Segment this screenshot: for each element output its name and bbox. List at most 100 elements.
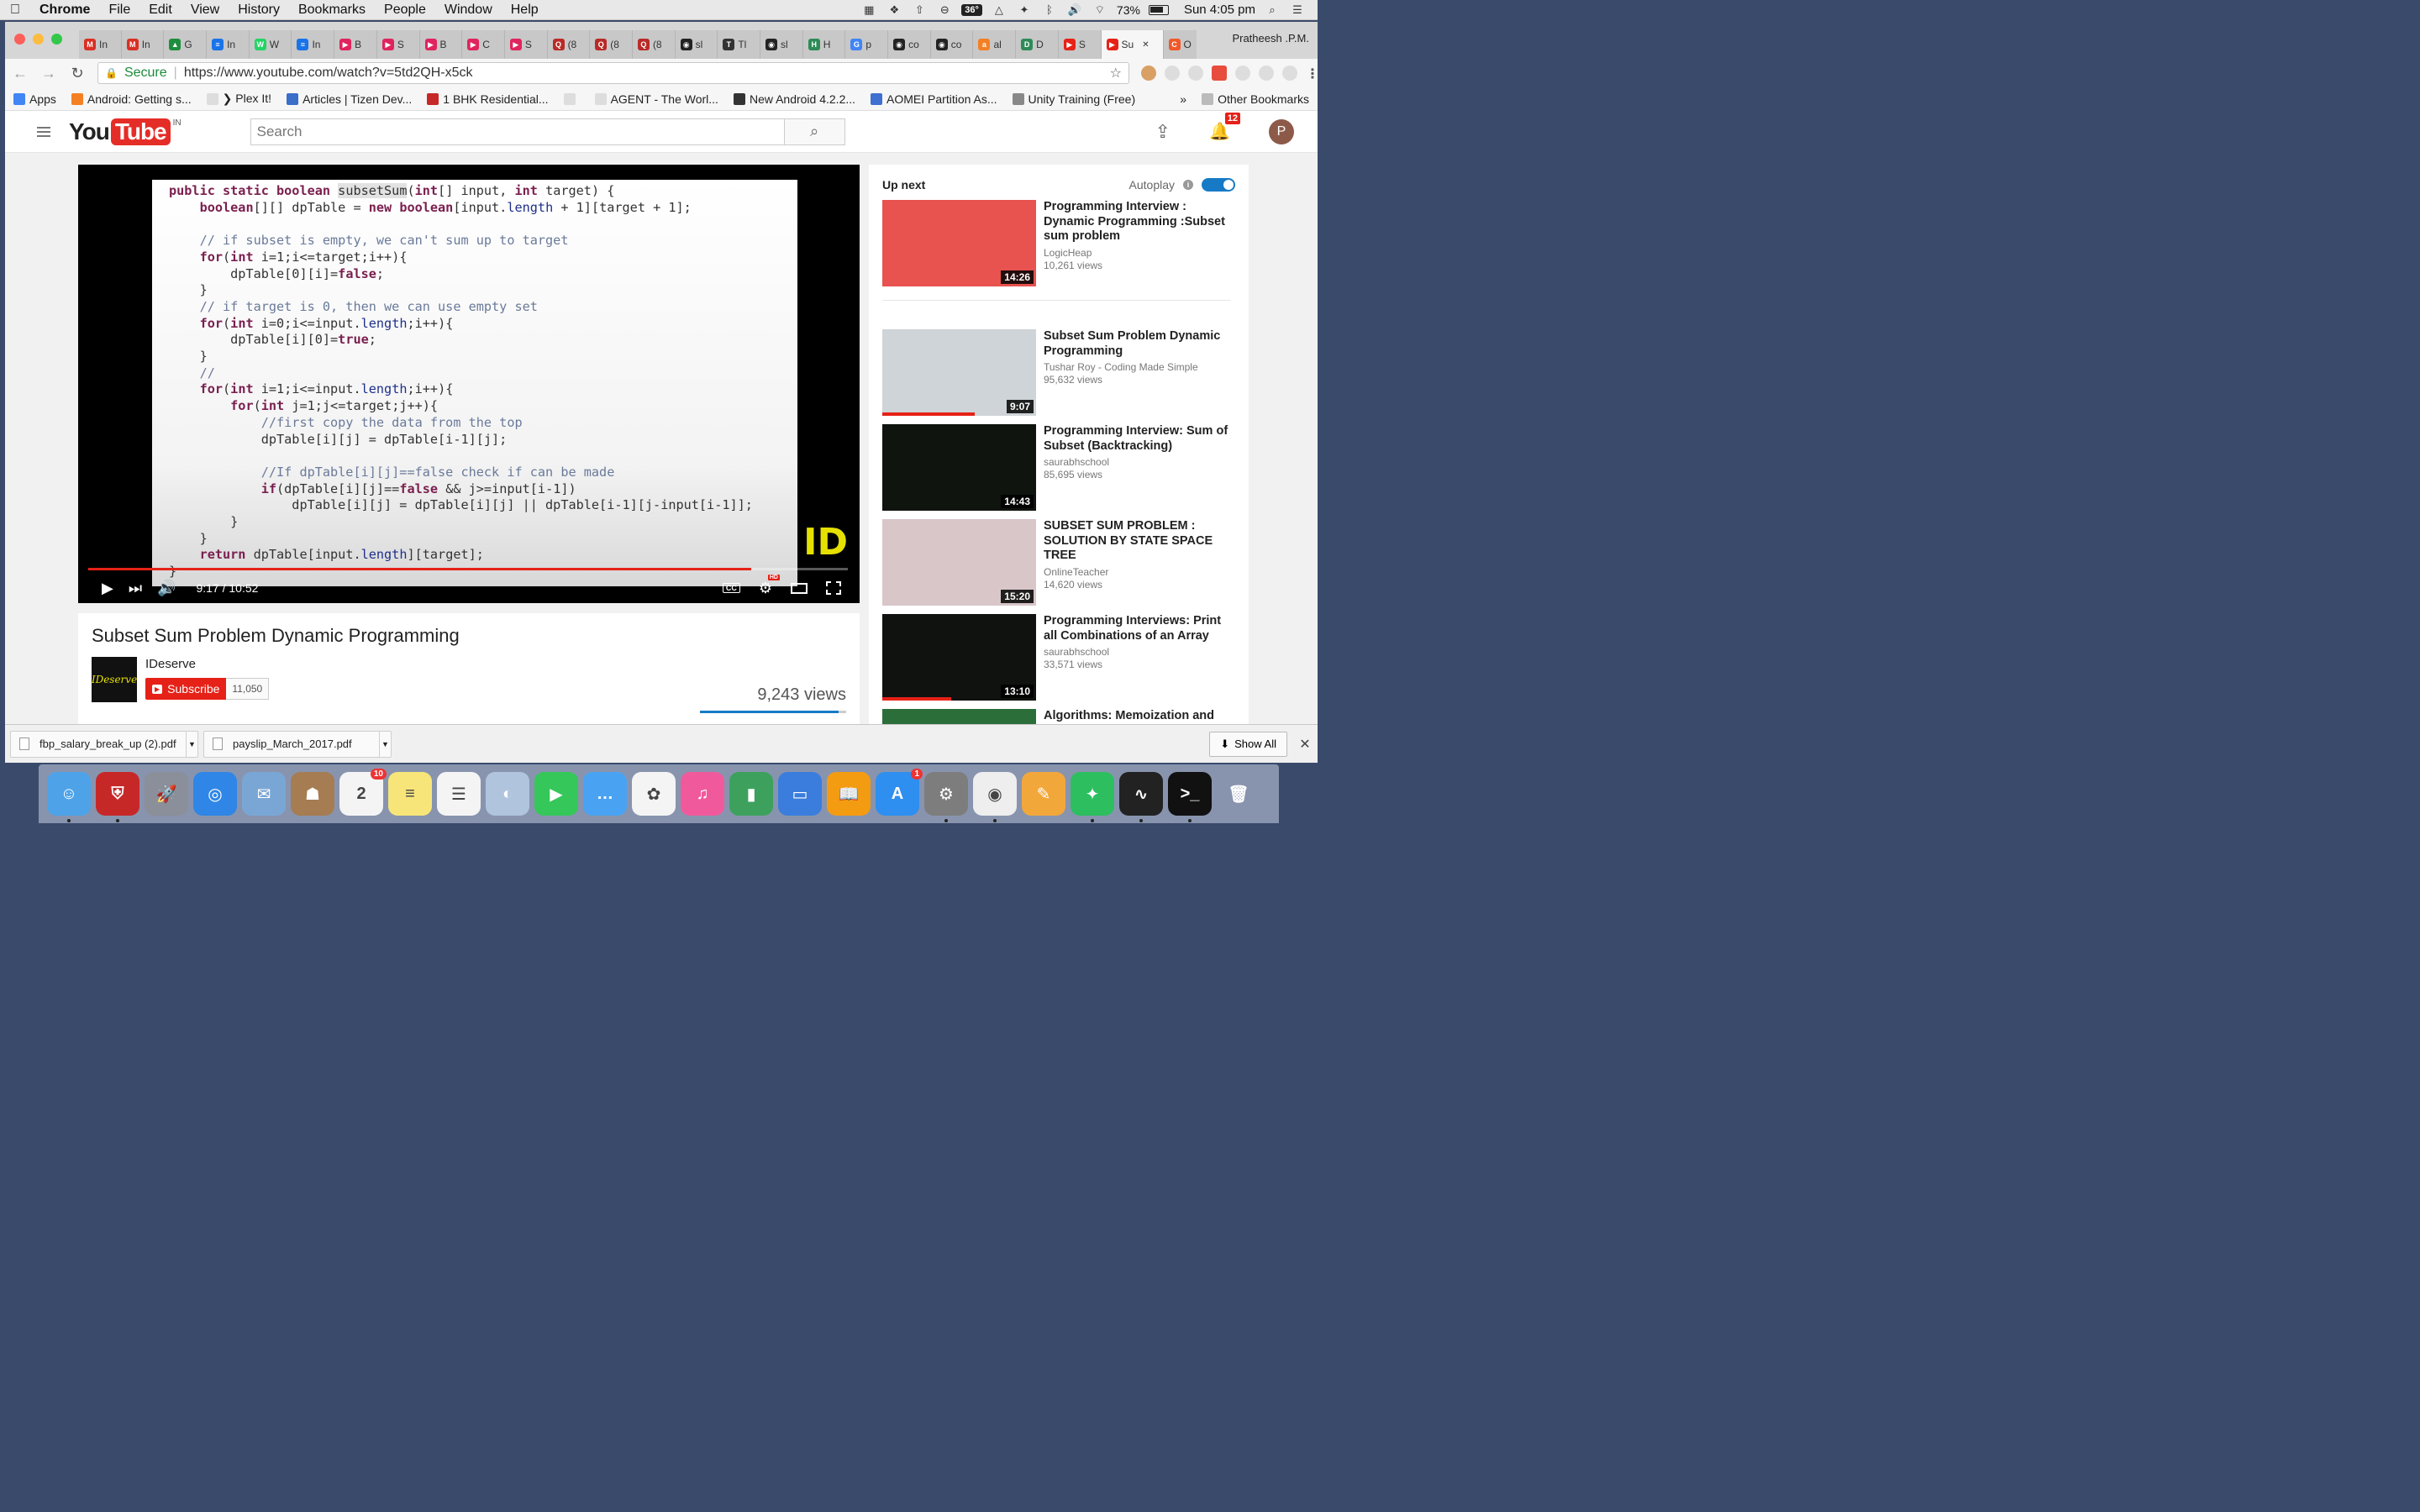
launchpad-icon[interactable]: 🚀 <box>145 772 188 816</box>
channel-avatar[interactable]: IDeserve <box>92 657 137 702</box>
misc-extension-icon[interactable] <box>1282 66 1297 81</box>
wifi-icon[interactable]: ⌔ <box>1092 3 1108 17</box>
volume-icon[interactable]: 🔊 <box>157 580 176 597</box>
bookmark-item[interactable]: Apps <box>13 92 56 106</box>
calendar-icon[interactable]: 2 10 <box>339 769 387 816</box>
notification-center-icon[interactable]: ☰ <box>1289 3 1306 17</box>
tab[interactable]: M In <box>121 30 165 59</box>
temperature-badge[interactable]: 36° <box>961 3 982 16</box>
channel-name[interactable]: IDeserve <box>145 657 269 671</box>
grid-icon[interactable]: ▦ <box>860 3 877 17</box>
video-title-link[interactable]: Programming Interview: Sum of Subset (Ba… <box>1044 424 1235 454</box>
tab[interactable]: WW <box>249 30 292 59</box>
tab[interactable]: ▲ G <box>164 30 208 59</box>
up-next-video[interactable]: 14:43 Programming Interview: Sum of Subse… <box>882 424 1235 511</box>
bookmark-item[interactable]: 1 BHK Residential... <box>427 92 549 106</box>
up-next-video[interactable]: 13:10 Programming Interviews: Print all C… <box>882 614 1235 701</box>
video-title-link[interactable]: SUBSET SUM PROBLEM : SOLUTION BY STATE S… <box>1044 519 1235 564</box>
bookmark-item[interactable]: Unity Training (Free) <box>1012 92 1135 106</box>
address-bar[interactable]: 🔒 Secure | https://www.youtube.com/watch… <box>97 62 1129 84</box>
tab[interactable]: ▶ B <box>419 30 463 59</box>
tab[interactable]: Gp <box>845 30 889 59</box>
video-thumbnail[interactable] <box>882 709 1036 724</box>
notifications-bell-icon[interactable]: 🔔 12 <box>1209 113 1240 142</box>
download-menu-caret[interactable]: ▼ <box>379 731 391 757</box>
other-bookmarks[interactable]: Other Bookmarks <box>1202 92 1309 106</box>
tab[interactable]: Q (8 <box>547 30 591 59</box>
do-not-disturb-icon[interactable]: ⊖ <box>936 3 953 17</box>
guide-menu-icon[interactable] <box>37 126 50 137</box>
finder-icon[interactable]: ☺ <box>47 772 91 822</box>
chrome-icon[interactable]: ◉ <box>973 772 1017 822</box>
keynote-icon[interactable]: ▭ <box>778 772 822 816</box>
video-title-link[interactable]: Programming Interview : Dynamic Programm… <box>1044 200 1235 244</box>
menu-people[interactable]: People <box>375 3 435 18</box>
dropbox-icon[interactable]: ❖ <box>886 3 902 17</box>
bookmark-item[interactable]: New Android 4.2.2... <box>733 92 855 106</box>
app-store-icon[interactable]: A1 <box>876 769 923 816</box>
spotlight-search-icon[interactable]: ⌕ <box>1264 3 1281 17</box>
youtube-logo[interactable]: You Tube IN <box>69 118 182 145</box>
up-next-video[interactable]: 15:20 SUBSET SUM PROBLEM : SOLUTION BY ST… <box>882 519 1235 606</box>
tab[interactable]: ◉ sl <box>760 30 803 59</box>
zoom-window-button[interactable] <box>51 34 62 45</box>
apple-icon[interactable]:  <box>0 3 30 18</box>
tab[interactable]: ▶ S <box>376 30 420 59</box>
upload-arrow-icon[interactable]: ⇧ <box>911 3 928 17</box>
battery-icon[interactable] <box>1148 4 1169 15</box>
fullscreen-icon[interactable] <box>826 581 841 595</box>
video-thumbnail[interactable]: 13:10 <box>882 614 1036 701</box>
show-all-downloads-button[interactable]: ⬇ Show All <box>1209 731 1287 757</box>
menu-edit[interactable]: Edit <box>139 3 182 18</box>
tab[interactable]: ▶ B <box>334 30 377 59</box>
minimize-window-button[interactable] <box>33 34 44 45</box>
forward-button[interactable]: → <box>40 65 57 82</box>
video-title-link[interactable]: Subset Sum Problem Dynamic Programming <box>1044 329 1235 359</box>
tab[interactable]: ◉ co <box>930 30 974 59</box>
video-thumbnail[interactable]: 9:07 <box>882 329 1036 416</box>
notes-icon[interactable]: ≡ <box>388 772 432 816</box>
bookmark-star-icon[interactable]: ☆ <box>1110 65 1122 81</box>
menu-file[interactable]: File <box>99 3 139 18</box>
tab[interactable]: ▶ S <box>1058 30 1102 59</box>
profile-name[interactable]: Pratheesh .P.M. <box>1232 32 1309 45</box>
tab[interactable]: ▶ S <box>504 30 548 59</box>
mail-icon[interactable]: ✉ <box>242 772 286 816</box>
clock[interactable]: Sun 4:05 pm <box>1184 3 1255 17</box>
captions-button[interactable]: CC <box>722 583 740 593</box>
system-preferences-icon[interactable]: ⚙ <box>924 772 968 822</box>
menu-view[interactable]: View <box>182 3 229 18</box>
tab[interactable]: ◉ co <box>888 30 931 59</box>
video-thumbnail[interactable]: 14:26 <box>882 200 1036 286</box>
up-next-video[interactable]: 9:07 Subset Sum Problem Dynamic Programmi… <box>882 329 1235 416</box>
terminal-icon[interactable]: >_ <box>1168 772 1212 822</box>
up-next-video[interactable]: Algorithms: Memoization and <box>882 709 1235 724</box>
tab[interactable]: ◉ sl <box>675 30 718 59</box>
tab[interactable]: HH <box>802 30 846 59</box>
numbers-icon[interactable]: ▮ <box>729 772 773 816</box>
photos-icon[interactable]: ✿ <box>632 772 676 816</box>
bookmark-item[interactable]: ❯ Plex It! <box>206 92 271 106</box>
tab[interactable]: DD <box>1016 30 1059 59</box>
tab[interactable]: ▶ C <box>462 30 505 59</box>
video-thumbnail[interactable]: 15:20 <box>882 519 1036 606</box>
tab-active[interactable]: ▶ Su ✕ <box>1101 30 1164 59</box>
theater-mode-icon[interactable] <box>791 582 808 594</box>
play-button[interactable]: ▶ <box>102 580 113 597</box>
reminders-icon[interactable]: ☰ <box>437 772 481 816</box>
pages-icon[interactable]: ✎ <box>1022 772 1065 816</box>
autoplay-toggle[interactable] <box>1202 178 1235 192</box>
contacts-icon[interactable]: ☗ <box>291 772 334 816</box>
video-title-link[interactable]: Programming Interviews: Print all Combin… <box>1044 614 1235 643</box>
download-menu-caret[interactable]: ▼ <box>186 731 197 757</box>
menu-window[interactable]: Window <box>435 3 502 18</box>
url-text[interactable]: https://www.youtube.com/watch?v=5td2QH-x… <box>184 66 473 81</box>
video-thumbnail[interactable]: 14:43 <box>882 424 1036 511</box>
menu-app-name[interactable]: Chrome <box>30 3 99 18</box>
bookmarks-overflow-icon[interactable]: » <box>1180 92 1186 106</box>
next-button[interactable]: ⏭ <box>129 580 142 597</box>
bluetooth-icon[interactable]: ᛒ <box>1041 3 1058 17</box>
video-player[interactable]: public static boolean subsetSum(int[] in… <box>78 165 860 603</box>
activity-monitor-icon[interactable]: ∿ <box>1119 772 1163 822</box>
tab-close-icon[interactable]: ✕ <box>1142 40 1149 50</box>
